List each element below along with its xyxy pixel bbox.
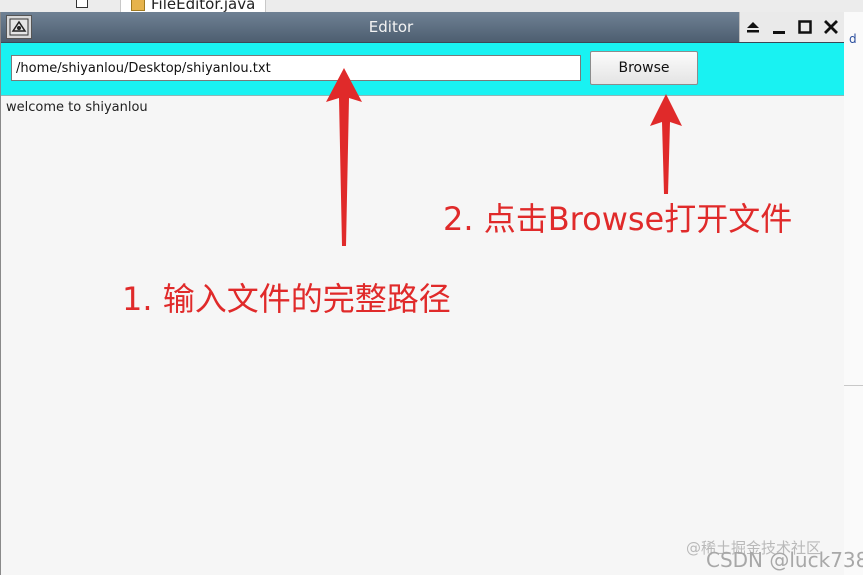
ide-gutter-divider xyxy=(843,385,863,386)
minimize-icon[interactable] xyxy=(769,17,789,37)
editor-content-text: welcome to shiyanlou xyxy=(6,100,148,115)
java-file-icon xyxy=(131,0,145,11)
ide-right-gutter xyxy=(843,12,863,575)
ide-background: FileEditor.java xyxy=(0,0,863,12)
window-titlebar[interactable]: Editor xyxy=(1,12,844,43)
watermark-csdn: CSDN @luck738 xyxy=(706,548,863,572)
annotation-step-2: 2. 点击Browse打开文件 xyxy=(443,200,793,238)
screen: FileEditor.java d Editor /home/shiyanlou… xyxy=(0,0,863,575)
close-icon[interactable] xyxy=(821,17,841,37)
window-controls xyxy=(739,12,844,42)
browse-button[interactable]: Browse xyxy=(590,51,698,85)
annotation-arrow-browse xyxy=(650,94,682,194)
ide-gutter-text: d xyxy=(849,32,857,46)
editor-text-area[interactable]: welcome to shiyanlou xyxy=(1,96,844,575)
annotation-arrow-path xyxy=(326,68,362,246)
annotation-step-1: 1. 输入文件的完整路径 xyxy=(122,280,451,318)
ide-file-tab[interactable]: FileEditor.java xyxy=(120,0,267,12)
ide-file-tab-label: FileEditor.java xyxy=(151,0,256,12)
file-toolbar: Browse xyxy=(1,43,844,96)
eject-shade-icon[interactable] xyxy=(743,17,763,37)
ide-checkbox xyxy=(76,0,88,8)
file-path-input[interactable] xyxy=(11,55,581,81)
maximize-icon[interactable] xyxy=(795,17,815,37)
window-title: Editor xyxy=(368,18,414,36)
